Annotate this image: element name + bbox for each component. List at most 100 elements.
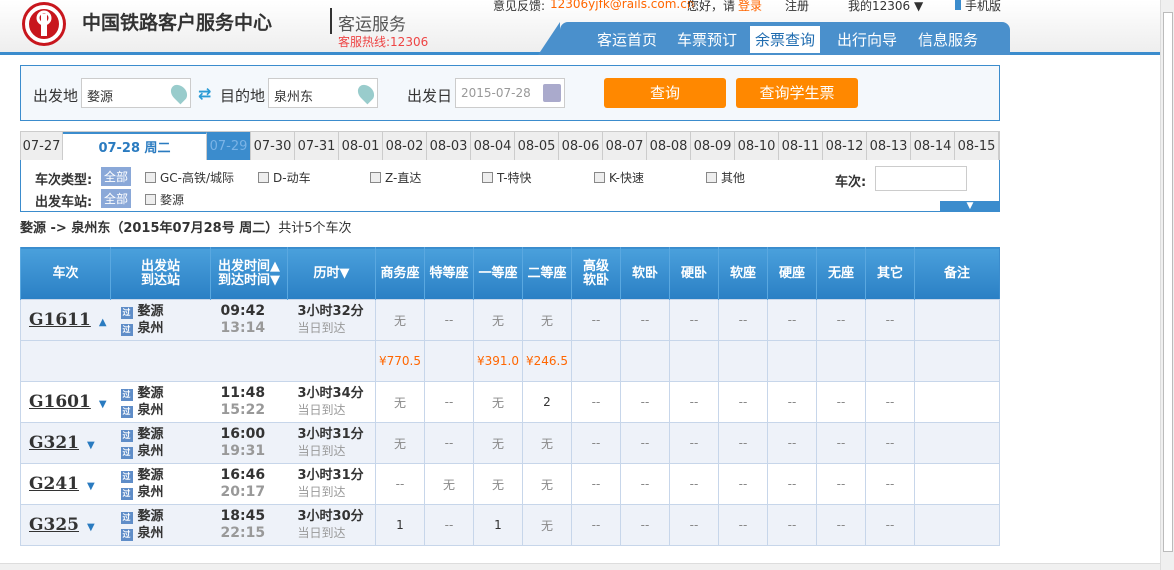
date-tab[interactable]: 07-30 xyxy=(251,132,295,160)
pass-icon: 过 xyxy=(120,471,133,483)
railway-logo[interactable] xyxy=(22,2,66,46)
date-tab[interactable]: 08-10 xyxy=(735,132,779,160)
type-t-checkbox[interactable]: T-特快 xyxy=(482,169,532,186)
station-wuyuan-checkbox[interactable]: 婺源 xyxy=(145,191,184,208)
type-all-button[interactable]: 全部 xyxy=(101,167,132,186)
nav-booking[interactable]: 车票预订 xyxy=(672,26,742,53)
seat-availability: 无 xyxy=(424,463,474,505)
scrollbar-thumb[interactable] xyxy=(1163,12,1173,552)
student-query-button[interactable]: 查询学生票 xyxy=(736,78,858,108)
column-header: 软卧 xyxy=(620,247,670,300)
train-no-input[interactable] xyxy=(875,166,967,191)
pass-icon: 过 xyxy=(120,307,133,319)
seat-availability: -- xyxy=(767,422,817,464)
seat-availability: 无 xyxy=(375,299,425,341)
column-header: 二等座 xyxy=(522,247,572,300)
expand-icon[interactable]: ▼ xyxy=(87,522,95,533)
column-header: 特等座 xyxy=(424,247,474,300)
column-header: 出发站 到达站 xyxy=(110,247,211,300)
station-label: 出发车站: xyxy=(35,195,93,210)
seat-price xyxy=(767,340,817,382)
seat-availability: -- xyxy=(375,463,425,505)
date-tab[interactable]: 08-03 xyxy=(427,132,471,160)
seat-availability: -- xyxy=(718,299,768,341)
site-header: 中国铁路客户服务中心 客运服务 客服热线:12306 意见反馈: 12306yj… xyxy=(0,0,1160,55)
mobile-link[interactable]: 手机版 xyxy=(955,0,1001,14)
type-k-checkbox[interactable]: K-快速 xyxy=(594,169,644,186)
seat-availability: -- xyxy=(669,381,719,423)
nav-travel-guide[interactable]: 出行向导 xyxy=(832,26,902,53)
pass-icon: 过 xyxy=(120,488,133,500)
register-link[interactable]: 注册 xyxy=(785,0,809,14)
vertical-scrollbar[interactable] xyxy=(1160,0,1174,570)
column-header[interactable]: 出发时间▲ 到达时间▼ xyxy=(210,247,288,300)
date-tab[interactable]: 07-31 xyxy=(295,132,339,160)
feedback-email-link[interactable]: 12306yjfk@rails.com.cn xyxy=(550,0,694,11)
seat-availability: -- xyxy=(571,299,621,341)
date-tab[interactable]: 08-08 xyxy=(647,132,691,160)
expand-icon[interactable]: ▼ xyxy=(99,399,107,410)
date-tab[interactable]: 08-09 xyxy=(691,132,735,160)
column-header[interactable]: 历时▼ xyxy=(287,247,376,300)
date-tab[interactable]: 08-12 xyxy=(823,132,867,160)
departure-time: 09:42 xyxy=(220,303,266,319)
date-tab[interactable]: 07-29 xyxy=(207,132,251,160)
from-input[interactable]: 婺源 xyxy=(81,78,191,108)
train-number-link[interactable]: G1611 xyxy=(29,310,91,330)
station-all-button[interactable]: 全部 xyxy=(101,189,132,208)
collapse-icon[interactable]: ▲ xyxy=(99,317,107,328)
column-header: 商务座 xyxy=(375,247,425,300)
nav-home[interactable]: 客运首页 xyxy=(592,26,662,53)
date-tab[interactable]: 08-06 xyxy=(559,132,603,160)
type-gc-checkbox[interactable]: GC-高铁/城际 xyxy=(145,169,234,186)
date-tab[interactable]: 08-02 xyxy=(383,132,427,160)
column-header: 一等座 xyxy=(473,247,523,300)
seat-availability: 无 xyxy=(522,299,572,341)
date-tab[interactable]: 07-27 xyxy=(21,132,63,160)
seat-availability: -- xyxy=(865,504,915,546)
search-panel: 出发地 婺源 ⇄ 目的地 泉州东 出发日 2015-07-28 查询 查询学生票 xyxy=(20,65,1000,121)
type-z-checkbox[interactable]: Z-直达 xyxy=(370,169,421,186)
column-header: 硬座 xyxy=(767,247,817,300)
date-tab[interactable]: 08-05 xyxy=(515,132,559,160)
expand-filters-button[interactable]: ▼ xyxy=(940,201,1000,211)
train-type-label: 车次类型: xyxy=(35,173,93,188)
train-number-link[interactable]: G325 xyxy=(29,515,79,535)
login-link[interactable]: 登录 xyxy=(738,0,762,14)
date-tab[interactable]: 08-15 xyxy=(955,132,999,160)
date-tab[interactable]: 08-11 xyxy=(779,132,823,160)
train-number-link[interactable]: G321 xyxy=(29,433,79,453)
type-other-checkbox[interactable]: 其他 xyxy=(706,169,745,186)
expand-icon[interactable]: ▼ xyxy=(87,481,95,492)
my12306-menu[interactable]: 我的12306 ▼ xyxy=(848,0,923,14)
seat-availability: -- xyxy=(816,299,866,341)
date-input[interactable]: 2015-07-28 xyxy=(455,78,565,108)
duration: 3小时34分 xyxy=(297,386,364,401)
swap-icon[interactable]: ⇄ xyxy=(198,84,211,103)
date-tab[interactable]: 07-28 周二 xyxy=(63,132,207,160)
date-tab[interactable]: 08-13 xyxy=(867,132,911,160)
seat-availability: -- xyxy=(620,463,670,505)
date-tab[interactable]: 08-04 xyxy=(471,132,515,160)
train-number-link[interactable]: G241 xyxy=(29,474,79,494)
query-button[interactable]: 查询 xyxy=(604,78,726,108)
seat-availability: -- xyxy=(424,422,474,464)
to-input[interactable]: 泉州东 xyxy=(268,78,378,108)
seat-availability: -- xyxy=(424,504,474,546)
date-tab[interactable]: 08-14 xyxy=(911,132,955,160)
nav-ticket-query[interactable]: 余票查询 xyxy=(750,26,821,53)
duration-cell: 3小时32分 当日到达 xyxy=(287,299,376,341)
duration-cell: 3小时31分 当日到达 xyxy=(287,422,376,464)
from-station: 婺源 xyxy=(137,386,164,401)
seat-availability: -- xyxy=(571,463,621,505)
train-number-link[interactable]: G1601 xyxy=(29,392,91,412)
date-label: 出发日 xyxy=(407,87,453,105)
expand-icon[interactable]: ▼ xyxy=(87,440,95,451)
seat-availability: 无 xyxy=(473,463,523,505)
nav-info-service[interactable]: 信息服务 xyxy=(913,26,983,53)
calendar-icon[interactable] xyxy=(543,84,561,102)
arrive-note: 当日到达 xyxy=(297,403,346,417)
date-tab[interactable]: 08-01 xyxy=(339,132,383,160)
date-tab[interactable]: 08-07 xyxy=(603,132,647,160)
type-d-checkbox[interactable]: D-动车 xyxy=(258,169,311,186)
